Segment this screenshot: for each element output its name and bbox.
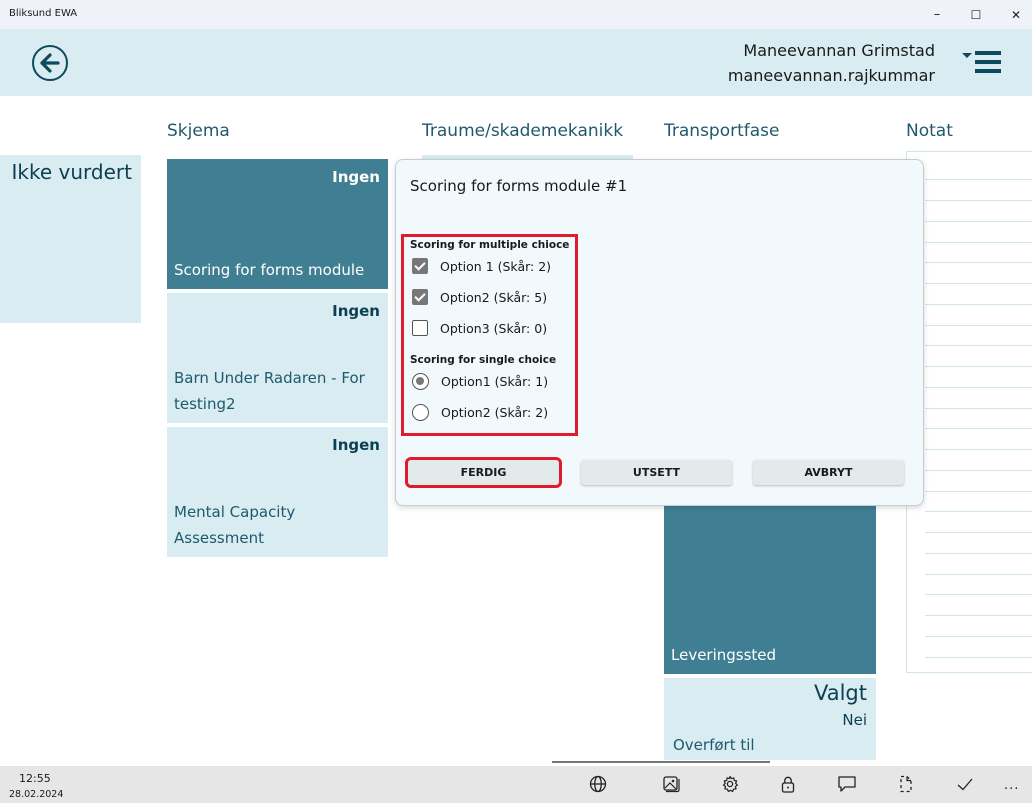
scoring-dialog: Scoring for forms module #1 Scoring for …: [395, 159, 924, 506]
option-label: Option 1 (Skår: 2): [440, 258, 552, 274]
column-header-transport: Transportfase: [664, 121, 780, 141]
app-header: Maneevannan Grimstad maneevannan.rajkumm…: [0, 29, 1032, 96]
note-line: [925, 470, 1032, 471]
tile-label: Scoring for forms module: [174, 261, 365, 279]
note-line: [925, 408, 1032, 409]
note-line: [925, 428, 1032, 429]
note-line: [925, 657, 1032, 658]
option-label: Option1 (Skår: 1): [441, 373, 549, 389]
dropdown-caret-icon: [962, 53, 972, 58]
note-line: [925, 304, 1032, 305]
utsett-button[interactable]: UTSETT: [581, 460, 732, 485]
option-label: Option2 (Skår: 2): [441, 404, 549, 420]
lock-icon[interactable]: [776, 772, 800, 796]
chat-bubble-icon[interactable]: [835, 772, 859, 796]
single-choice-group-title: Scoring for single choice: [410, 354, 557, 366]
note-line: [925, 325, 1032, 326]
note-line: [925, 491, 1032, 492]
column-header-traume: Traume/skademekanikk: [422, 121, 624, 141]
note-line: [925, 242, 1032, 243]
hamburger-bar: [975, 60, 1001, 64]
note-line: [925, 262, 1032, 263]
gallery-icon[interactable]: [659, 772, 683, 796]
hamburger-menu-icon: [975, 51, 1001, 55]
skjema-tile-mental-capacity[interactable]: Ingen Mental Capacity Assessment: [167, 427, 388, 557]
note-line: [925, 345, 1032, 346]
tile-label: Leveringssted: [671, 646, 777, 664]
tile-label: Mental Capacity Assessment: [174, 503, 296, 547]
tile-label: Overført til: [673, 736, 755, 754]
maximize-button[interactable]: ☐: [966, 5, 986, 25]
tile-badge: Ingen: [332, 302, 380, 320]
checkmark-icon[interactable]: [953, 772, 977, 796]
multiple-choice-option-2[interactable]: Option2 (Skår: 5): [412, 287, 547, 307]
menu-button[interactable]: [960, 51, 1002, 77]
multiple-choice-option-3[interactable]: Option3 (Skår: 0): [412, 318, 547, 338]
ferdig-button[interactable]: FERDIG: [405, 457, 562, 488]
checkbox-checked-icon[interactable]: [412, 289, 428, 305]
window-titlebar: Bliksund EWA – ☐ ✕: [0, 0, 1032, 29]
note-line: [925, 636, 1032, 637]
user-full-name: Maneevannan Grimstad: [743, 41, 935, 60]
radio-selected-icon[interactable]: [412, 372, 429, 390]
assessment-status-tile[interactable]: Ikke vurdert: [0, 155, 141, 323]
dialog-title: Scoring for forms module #1: [410, 177, 628, 195]
note-line: [925, 553, 1032, 554]
note-line: [925, 594, 1032, 595]
note-line: [925, 387, 1032, 388]
transport-tile-overfort-til[interactable]: Valgt Nei Overført til: [664, 678, 876, 760]
tile-badge: Ingen: [332, 168, 380, 186]
multiple-choice-group-title: Scoring for multiple chioce: [410, 239, 570, 251]
notat-textarea[interactable]: [906, 151, 1032, 673]
single-choice-option-1[interactable]: Option1 (Skår: 1): [412, 371, 548, 391]
note-line: [925, 366, 1032, 367]
minimize-button[interactable]: –: [927, 5, 947, 25]
single-choice-option-2[interactable]: Option2 (Skår: 2): [412, 402, 548, 422]
document-crop-icon[interactable]: [894, 772, 918, 796]
globe-icon[interactable]: [586, 772, 610, 796]
close-button[interactable]: ✕: [1006, 5, 1026, 25]
back-button[interactable]: [32, 45, 68, 81]
horizontal-scrollbar[interactable]: [552, 761, 770, 763]
more-options-button[interactable]: ...: [1004, 778, 1019, 793]
tile-badge: Valgt: [813, 681, 867, 705]
back-arrow-icon: [40, 53, 60, 73]
note-line: [925, 221, 1032, 222]
user-login: maneevannan.rajkummar: [727, 66, 935, 85]
note-line: [925, 179, 1032, 180]
clock-time: 12:55: [19, 772, 51, 785]
clock-date: 28.02.2024: [9, 789, 64, 800]
note-line: [925, 449, 1032, 450]
note-line: [925, 615, 1032, 616]
column-header-skjema: Skjema: [167, 121, 230, 141]
settings-gear-icon[interactable]: [718, 772, 742, 796]
note-line: [925, 574, 1032, 575]
note-line: [925, 532, 1032, 533]
note-line: [925, 200, 1032, 201]
skjema-tile-barn-under-radaren[interactable]: Ingen Barn Under Radaren - For testing2: [167, 293, 388, 423]
checkbox-checked-icon[interactable]: [412, 258, 428, 274]
note-line: [925, 511, 1032, 512]
assessment-status-label: Ikke vurdert: [11, 160, 132, 184]
hamburger-bar: [975, 69, 1001, 73]
app-title: Bliksund EWA: [9, 8, 78, 19]
multiple-choice-option-1[interactable]: Option 1 (Skår: 2): [412, 256, 551, 276]
tile-badge: Ingen: [332, 436, 380, 454]
skjema-tile-scoring[interactable]: Ingen Scoring for forms module: [167, 159, 388, 289]
option-label: Option3 (Skår: 0): [440, 320, 548, 336]
option-label: Option2 (Skår: 5): [440, 289, 548, 305]
tile-sub-value: Nei: [842, 711, 867, 729]
checkbox-unchecked-icon[interactable]: [412, 320, 428, 336]
note-line: [925, 283, 1032, 284]
bottom-toolbar: 12:55 28.02.2024 ...: [0, 766, 1032, 803]
radio-unselected-icon[interactable]: [412, 403, 429, 421]
tile-label: Barn Under Radaren - For testing2: [174, 369, 365, 413]
column-header-notat: Notat: [906, 121, 953, 141]
avbryt-button[interactable]: AVBRYT: [753, 460, 904, 485]
